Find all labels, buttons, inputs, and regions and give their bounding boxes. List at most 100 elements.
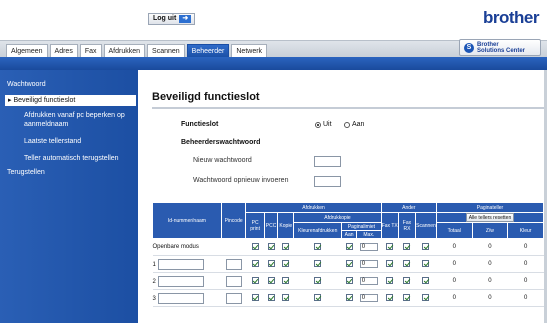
tab-beheerder[interactable]: Beheerder: [186, 44, 230, 58]
counter-zw: 0: [472, 289, 508, 307]
col-fax-tx: Fax TX: [380, 212, 399, 239]
header-band: [0, 57, 547, 70]
page-limit-input[interactable]: 0: [359, 260, 378, 268]
checkbox-fax-rx[interactable]: [403, 243, 411, 251]
col-aan: Aan: [341, 230, 357, 239]
sidebar-item-terugstellen[interactable]: Terugstellen: [7, 169, 45, 177]
solutions-line2: Solutions Center: [477, 47, 526, 54]
reset-all-counters-button[interactable]: Alle tellers resetten: [465, 213, 515, 222]
checkbox-fax-rx[interactable]: [403, 294, 411, 302]
checkbox-pcc[interactable]: [267, 277, 275, 285]
sidebar-item-beveiligd-functieslot[interactable]: ▸ Beveiligd functieslot: [5, 95, 136, 106]
checkbox-fax-tx[interactable]: [386, 260, 394, 268]
checkbox-fax-tx[interactable]: [386, 294, 394, 302]
counter-kleur: 0: [507, 255, 544, 273]
counter-totaal: 0: [436, 255, 473, 273]
tab-scannen[interactable]: Scannen: [147, 44, 185, 58]
table-row: 1 0 0 0 0: [152, 255, 544, 273]
checkbox-kleurenafdrukken[interactable]: [314, 277, 322, 285]
counter-totaal: 0: [436, 289, 473, 307]
id-name-input[interactable]: [157, 292, 204, 304]
tab-fax[interactable]: Fax: [79, 44, 102, 58]
col-zw: Z/w: [471, 222, 509, 239]
chevron-right-icon: ▸: [8, 97, 12, 104]
col-group-ander: Ander: [380, 202, 437, 213]
checkbox-kleurenafdrukken[interactable]: [314, 243, 322, 251]
counter-totaal: 0: [436, 238, 473, 256]
radio-aan[interactable]: [344, 122, 350, 128]
col-scannen: Scannen: [415, 212, 437, 239]
sidebar: Wachtwoord ▸ Beveiligd functieslot Afdru…: [0, 70, 138, 323]
id-cell: 2: [152, 272, 222, 290]
checkbox-fax-rx[interactable]: [403, 277, 411, 285]
checkbox-pc-print[interactable]: [251, 260, 259, 268]
checkbox-paginalimiet-aan[interactable]: [345, 277, 353, 285]
tab-algemeen[interactable]: Algemeen: [6, 44, 48, 58]
repeat-password-input[interactable]: [314, 176, 341, 187]
page-limit-input[interactable]: 0: [359, 243, 378, 251]
counter-totaal: 0: [436, 272, 473, 290]
checkbox-pc-print[interactable]: [251, 277, 259, 285]
checkbox-scannen[interactable]: [422, 243, 430, 251]
id-cell: 1: [152, 255, 222, 273]
checkbox-paginalimiet-aan[interactable]: [345, 243, 353, 251]
sidebar-item-teller-terugstellen[interactable]: Teller automatisch terugstellen: [24, 155, 119, 163]
tab-netwerk[interactable]: Netwerk: [231, 44, 268, 58]
new-password-input[interactable]: [314, 156, 341, 167]
col-group-afdrukken: Afdrukken: [245, 202, 382, 213]
checkbox-pc-print[interactable]: [251, 294, 259, 302]
id-cell: 3: [152, 289, 222, 307]
checkbox-kleurenafdrukken[interactable]: [314, 260, 322, 268]
reset-cell: Alle tellers resetten: [435, 212, 545, 223]
counter-kleur: 0: [507, 289, 544, 307]
pincode-input[interactable]: [225, 275, 242, 287]
checkbox-paginalimiet-aan[interactable]: [345, 294, 353, 302]
row-label: Openbare modus: [152, 238, 246, 256]
page-limit-input[interactable]: 0: [359, 277, 378, 285]
col-totaal: Totaal: [435, 222, 473, 239]
checkbox-scannen[interactable]: [422, 294, 430, 302]
sidebar-item-afdrukken-pc-beperken[interactable]: Afdrukken vanaf pc beperken op: [24, 112, 125, 120]
checkbox-kleurenafdrukken[interactable]: [314, 294, 322, 302]
sidebar-item-wachtwoord[interactable]: Wachtwoord: [7, 81, 46, 89]
table-row: 2 0 0 0 0: [152, 272, 544, 290]
functieslot-label: Functieslot: [181, 121, 219, 128]
sidebar-item-label: Beveiligd functieslot: [13, 97, 76, 104]
checkbox-kopie[interactable]: [282, 294, 290, 302]
new-password-label: Nieuw wachtwoord: [193, 157, 252, 164]
pincode-input[interactable]: [225, 258, 242, 270]
checkbox-scannen[interactable]: [422, 277, 430, 285]
repeat-password-label: Wachtwoord opnieuw invoeren: [193, 177, 289, 184]
page-limit-input[interactable]: 0: [359, 294, 378, 302]
checkbox-paginalimiet-aan[interactable]: [345, 260, 353, 268]
id-name-input[interactable]: [157, 258, 204, 270]
checkbox-pc-print[interactable]: [251, 243, 259, 251]
col-pcc: PCC: [263, 212, 279, 239]
tab-afdrukken[interactable]: Afdrukken: [103, 44, 146, 58]
col-id-name: Id-nummer/naam: [152, 202, 222, 239]
top-bar: Log uit ➜ brother: [0, 0, 547, 40]
checkbox-kopie[interactable]: [282, 277, 290, 285]
checkbox-kopie[interactable]: [282, 243, 290, 251]
radio-uit[interactable]: [315, 122, 321, 128]
checkbox-scannen[interactable]: [422, 260, 430, 268]
pincode-input[interactable]: [225, 292, 242, 304]
checkbox-pcc[interactable]: [267, 294, 275, 302]
tab-adres[interactable]: Adres: [49, 44, 78, 58]
checkbox-fax-tx[interactable]: [386, 277, 394, 285]
checkbox-fax-rx[interactable]: [403, 260, 411, 268]
sidebar-item-laatste-tellerstand[interactable]: Laatste tellerstand: [24, 138, 81, 146]
radio-uit-label: Uit: [323, 121, 332, 128]
counter-zw: 0: [472, 238, 508, 256]
logout-button[interactable]: Log uit ➜: [148, 13, 196, 25]
radio-aan-label: Aan: [352, 121, 365, 128]
logout-label: Log uit: [153, 15, 177, 22]
solutions-center-button[interactable]: S Brother Solutions Center: [459, 39, 541, 56]
sidebar-item-aanmeldnaam[interactable]: aanmeldnaam: [24, 121, 68, 129]
checkbox-fax-tx[interactable]: [386, 243, 394, 251]
checkbox-pcc[interactable]: [267, 243, 275, 251]
row-label: 3: [152, 295, 156, 302]
checkbox-kopie[interactable]: [282, 260, 290, 268]
id-name-input[interactable]: [157, 275, 204, 287]
checkbox-pcc[interactable]: [267, 260, 275, 268]
